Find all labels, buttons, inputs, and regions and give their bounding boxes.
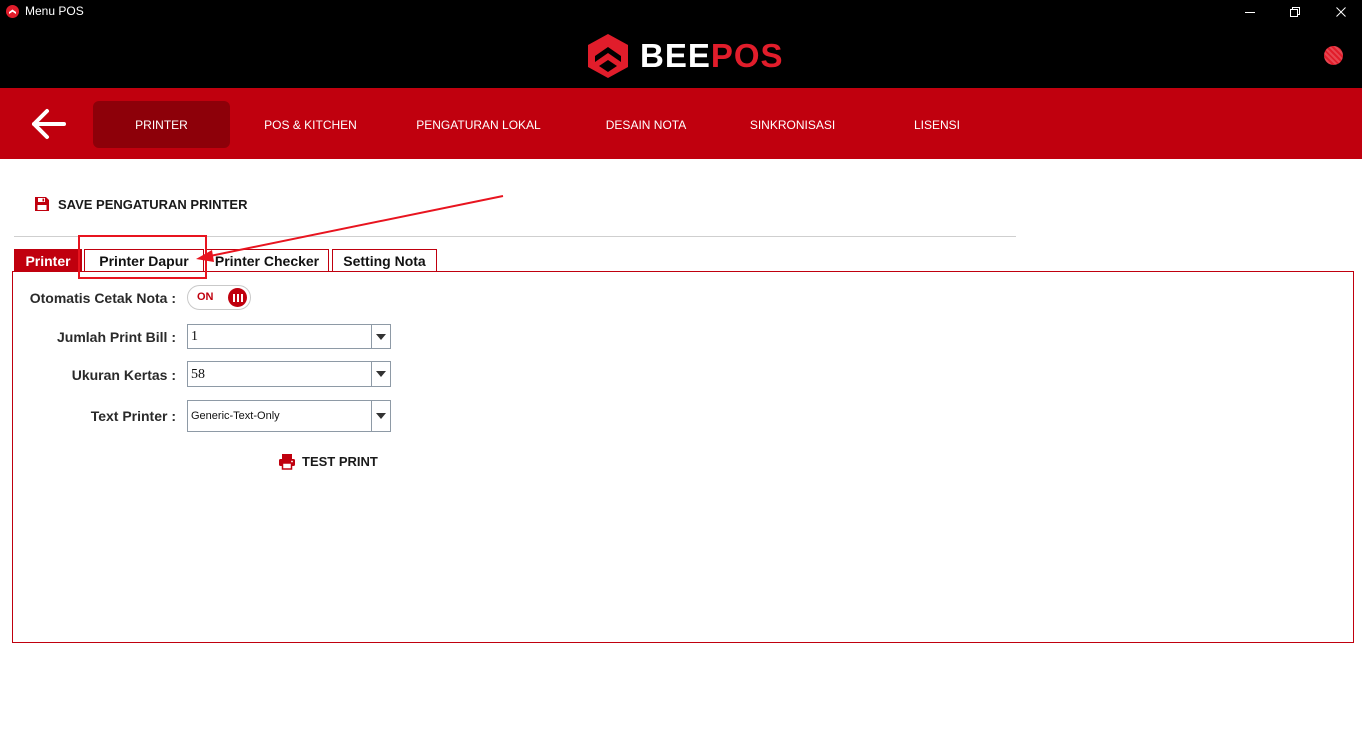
close-button[interactable] xyxy=(1318,0,1362,24)
close-icon xyxy=(1336,7,1346,17)
text-printer-label: Text Printer : xyxy=(90,408,176,424)
chevron-down-icon xyxy=(376,413,386,419)
auto-print-toggle[interactable]: ON xyxy=(187,285,251,310)
bill-count-select[interactable]: 1 xyxy=(187,324,391,349)
minimize-button[interactable] xyxy=(1227,0,1273,24)
printer-icon xyxy=(279,454,295,470)
paper-size-dropdown-button[interactable] xyxy=(371,362,390,386)
brand-name: BEEPOS xyxy=(640,34,784,78)
text-printer-select[interactable]: Generic-Text-Only xyxy=(187,400,391,432)
beepos-logo-icon xyxy=(588,34,628,78)
nav-tab-lisensi[interactable]: LISENSI xyxy=(892,101,982,148)
nav-tab-desain-nota[interactable]: DESAIN NOTA xyxy=(586,101,706,148)
text-printer-value: Generic-Text-Only xyxy=(191,410,280,422)
chevron-down-icon xyxy=(376,371,386,377)
status-indicator-icon xyxy=(1324,46,1343,65)
beepos-logo: BEEPOS xyxy=(586,32,784,80)
bill-count-dropdown-button[interactable] xyxy=(371,325,390,348)
annotation-arrow-icon xyxy=(196,195,504,262)
nav-tab-sinkronisasi[interactable]: SINKRONISASI xyxy=(735,101,850,148)
brand-name-part2: POS xyxy=(710,37,784,74)
bill-count-value: 1 xyxy=(191,329,198,344)
auto-print-label: Otomatis Cetak Nota : xyxy=(29,290,176,306)
paper-size-select[interactable]: 58 xyxy=(187,361,391,387)
restore-icon xyxy=(1290,7,1300,17)
minimize-icon xyxy=(1245,12,1255,13)
test-print-button[interactable]: TEST PRINT xyxy=(278,453,378,470)
brand-name-part1: BEE xyxy=(640,37,711,74)
paper-size-value: 58 xyxy=(191,367,205,382)
bill-count-label: Jumlah Print Bill : xyxy=(56,329,176,345)
restore-button[interactable] xyxy=(1272,0,1318,24)
chevron-down-icon xyxy=(376,333,386,340)
text-printer-dropdown-button[interactable] xyxy=(371,401,390,431)
auto-print-toggle-state: ON xyxy=(197,291,214,303)
paper-size-label: Ukuran Kertas : xyxy=(71,367,176,383)
toggle-knob-icon xyxy=(228,288,247,307)
test-print-label: TEST PRINT xyxy=(302,454,378,469)
